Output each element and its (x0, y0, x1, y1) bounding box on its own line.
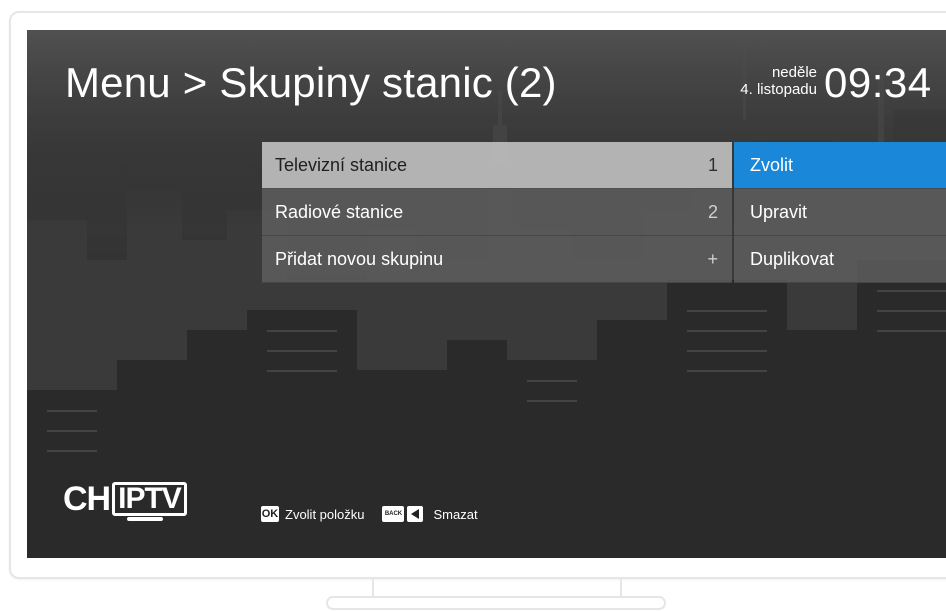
date-label: 4. listopadu (740, 81, 817, 98)
add-group-item[interactable]: Přidat novou skupinu + (262, 236, 732, 283)
plus-icon: + (707, 248, 718, 269)
group-item-radio-stations[interactable]: Radiové stanice 2 (262, 189, 732, 236)
action-menu: Zvolit Upravit Duplikovat (734, 142, 946, 283)
logo-text-ch: CH (63, 480, 111, 518)
tv-stand-neck (372, 578, 622, 598)
logo-text-iptv: IPTV (112, 482, 187, 521)
city-skyline-background (27, 30, 946, 558)
day-label: neděle (771, 64, 817, 81)
tv-screen: Menu > Skupiny stanic (2) neděle 4. list… (27, 30, 946, 558)
station-group-list: Televizní stanice 1 Radiové stanice 2 Př… (262, 142, 732, 283)
date-display: neděle 4. listopadu (731, 64, 817, 98)
ok-hint-label: Zvolit položku (285, 506, 365, 522)
group-item-label: Televizní stanice (275, 154, 408, 175)
left-arrow-icon (407, 506, 424, 522)
action-edit-button[interactable]: Upravit (734, 189, 946, 236)
chiptv-logo: CH IPTV (63, 480, 187, 521)
ok-key-icon: OK (261, 506, 279, 522)
page-title: Menu > Skupiny stanic (2) (65, 59, 557, 106)
back-key-icon: BACK (382, 506, 405, 522)
logo-tv-stand (127, 517, 164, 521)
key-hints: OK Zvolit položku BACK Smazat (261, 506, 478, 522)
back-hint-label: Smazat (433, 506, 478, 522)
clock: 09:34 (824, 59, 932, 106)
tv-stand-base (326, 596, 666, 610)
action-duplicate-button[interactable]: Duplikovat (734, 236, 946, 283)
group-item-count: 2 (707, 201, 718, 222)
group-item-label: Radiové stanice (275, 201, 404, 222)
action-select-button[interactable]: Zvolit (734, 142, 946, 189)
group-item-label: Přidat novou skupinu (275, 248, 444, 269)
group-item-count: 1 (707, 154, 718, 175)
group-item-tv-stations[interactable]: Televizní stanice 1 (262, 142, 732, 189)
